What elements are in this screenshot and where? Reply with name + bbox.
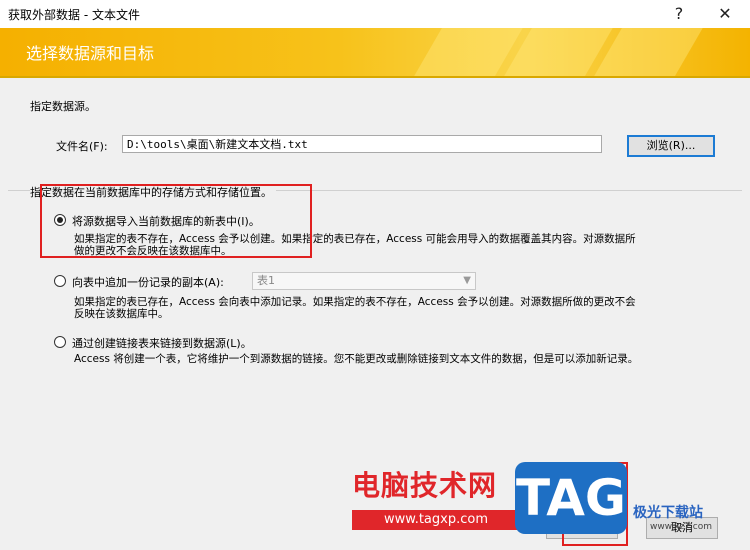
option-link-desc: Access 将创建一个表，它将维护一个到源数据的链接。您不能更改或删除链接到文… [74,353,639,365]
option-append-label[interactable]: 向表中追加一份记录的副本(A): [72,274,224,290]
option-append-desc-2: 反映在该数据库中。 [74,308,169,320]
close-icon[interactable]: ✕ [702,0,748,28]
watermark-brand: 电脑技术网 [352,469,498,502]
watermark-site: 极光下载站 [633,505,703,521]
window-title: 获取外部数据 - 文本文件 [8,8,140,22]
file-name-input[interactable]: D:\tools\桌面\新建文本文档.txt [122,135,602,153]
header-banner: 选择数据源和目标 [0,28,750,76]
highlight-box-option [40,184,312,258]
title-bar: 获取外部数据 - 文本文件 ? ✕ [0,0,750,28]
option-append-desc-1: 如果指定的表已存在，Access 会向表中添加记录。如果指定的表不存在，Acce… [74,296,636,308]
banner-divider [0,76,750,78]
append-table-select[interactable]: 表1 ▼ [252,272,476,290]
watermark-site-url: www.xz7.com [650,522,712,532]
banner-title: 选择数据源和目标 [26,44,155,63]
watermark-url: www.tagxp.com [352,510,520,530]
option-link-label[interactable]: 通过创建链接表来链接到数据源(L)。 [72,335,252,351]
browse-button[interactable]: 浏览(R)... [627,135,715,157]
chevron-down-icon: ▼ [463,275,471,286]
help-icon[interactable]: ? [656,0,702,28]
append-table-value: 表1 [257,274,275,287]
watermark-tag-logo: TAG [515,462,627,534]
source-heading: 指定数据源。 [30,100,96,113]
file-name-label: 文件名(F): [56,140,108,153]
radio-link-table[interactable] [54,336,66,348]
radio-append-records[interactable] [54,275,66,287]
